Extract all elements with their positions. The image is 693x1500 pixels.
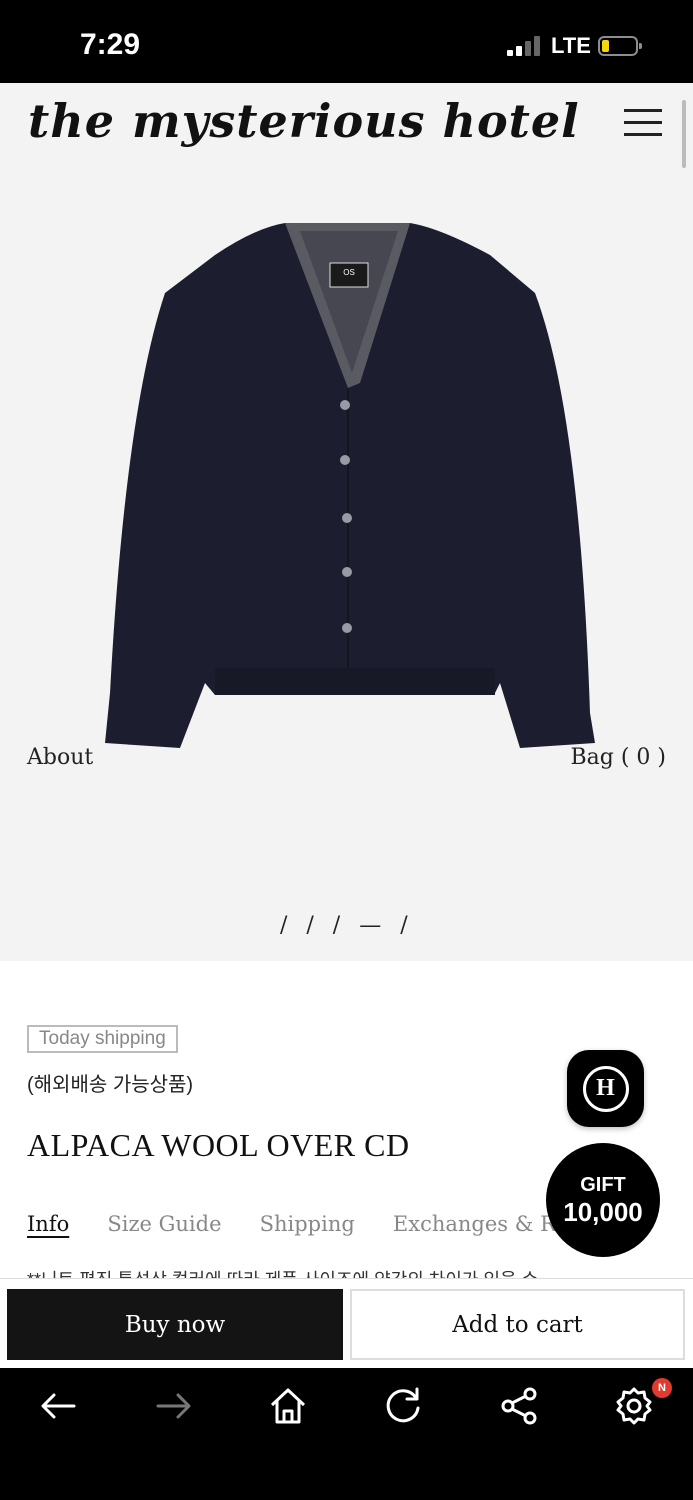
- signal-icon: [507, 36, 543, 56]
- scrollbar[interactable]: [682, 100, 686, 168]
- tab-shipping[interactable]: Shipping: [260, 1212, 355, 1236]
- product-title: ALPACA WOOL OVER CD: [27, 1127, 410, 1163]
- buy-now-button[interactable]: Buy now: [7, 1289, 343, 1360]
- about-link[interactable]: About: [27, 745, 93, 770]
- today-shipping-badge: Today shipping: [27, 1025, 178, 1053]
- bag-link[interactable]: Bag ( 0 ): [570, 745, 666, 770]
- garment-tag-label: OS: [343, 268, 355, 277]
- brand-logo[interactable]: the mysterious hotel: [28, 94, 580, 148]
- slide-indicator[interactable]: / / / — /: [280, 913, 414, 938]
- product-image: OS: [105, 223, 595, 748]
- gift-amount: 10,000: [563, 1197, 643, 1227]
- browser-nav-bar: [0, 1368, 693, 1500]
- settings-gear-icon[interactable]: [612, 1384, 656, 1428]
- refresh-icon[interactable]: [381, 1384, 425, 1428]
- add-to-cart-button[interactable]: Add to cart: [350, 1289, 685, 1360]
- home-icon[interactable]: [266, 1384, 310, 1428]
- product-hero[interactable]: OS About Bag ( 0 ) / / / — /: [0, 83, 693, 961]
- gift-floating-button[interactable]: GIFT 10,000: [546, 1143, 660, 1257]
- network-label: LTE: [551, 33, 591, 58]
- notification-badge: N: [652, 1378, 672, 1398]
- forward-arrow-icon[interactable]: [152, 1384, 196, 1428]
- hamburger-menu-icon[interactable]: [624, 107, 664, 139]
- status-time: 7:29: [80, 28, 141, 61]
- tab-size-guide[interactable]: Size Guide: [107, 1212, 221, 1236]
- overseas-shipping-note: (해외배송 가능상품): [27, 1074, 194, 1096]
- status-bar: 7:29 LTE: [0, 0, 693, 83]
- tab-info[interactable]: Info: [27, 1212, 69, 1236]
- share-icon[interactable]: [497, 1384, 541, 1428]
- battery-icon: [598, 36, 642, 56]
- back-arrow-icon[interactable]: [36, 1384, 80, 1428]
- gift-label: GIFT: [580, 1174, 626, 1196]
- purchase-bar: Buy now Add to cart: [0, 1278, 693, 1369]
- brand-floating-button[interactable]: H: [567, 1050, 644, 1127]
- hotel-emblem-icon: H: [582, 1065, 629, 1112]
